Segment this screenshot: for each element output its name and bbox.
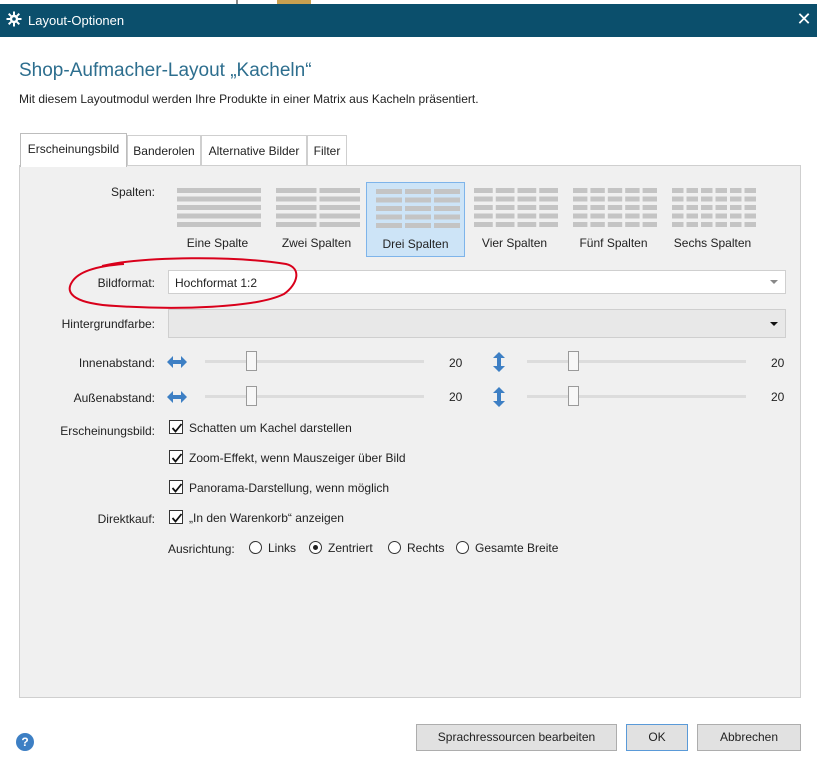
two-columns-icon <box>276 188 360 227</box>
horizontal-arrows-icon <box>167 391 187 403</box>
checkmark-icon <box>171 423 183 433</box>
panorama-checkbox[interactable] <box>169 480 183 494</box>
panorama-checkbox-label: Panorama-Darstellung, wenn möglich <box>189 481 390 495</box>
column-option-label: Zwei Spalten <box>281 236 352 250</box>
one-column-icon <box>177 188 261 227</box>
image-format-value: Hochformat 1:2 <box>175 276 258 290</box>
page-subtitle: Mit diesem Layoutmodul werden Ihre Produ… <box>19 92 479 106</box>
chevron-down-icon <box>770 280 778 284</box>
gear-icon <box>6 11 22 27</box>
alignment-center-label: Zentriert <box>328 541 373 555</box>
four-columns-icon <box>474 188 558 227</box>
five-columns-icon <box>573 188 657 227</box>
column-option-1[interactable]: Eine Spalte <box>168 182 267 257</box>
alignment-full-width-radio[interactable] <box>456 541 469 554</box>
tab-alternative-bilder[interactable]: Alternative Bilder <box>201 135 307 166</box>
edit-language-resources-button[interactable]: Sprachressourcen bearbeiten <box>416 724 617 751</box>
column-option-6[interactable]: Sechs Spalten <box>663 182 762 257</box>
column-option-label: Sechs Spalten <box>673 236 752 250</box>
image-format-label: Bildformat: <box>97 276 155 290</box>
column-option-2[interactable]: Zwei Spalten <box>267 182 366 257</box>
columns-label: Spalten: <box>110 185 155 199</box>
outer-padding-h-slider[interactable] <box>245 386 257 406</box>
outer-padding-h-value: 20 <box>449 390 463 404</box>
column-option-label: Fünf Spalten <box>579 236 648 250</box>
alignment-right-radio[interactable] <box>388 541 401 554</box>
window-title: Layout-Optionen <box>28 13 125 28</box>
inner-padding-v-value: 20 <box>771 356 785 370</box>
title-bar: Layout-Optionen ✕ <box>0 4 817 37</box>
tab-filter[interactable]: Filter <box>307 135 347 166</box>
tab-erscheinungsbild[interactable]: Erscheinungsbild <box>20 133 127 167</box>
zoom-checkbox[interactable] <box>169 450 183 464</box>
inner-padding-v-track <box>527 360 746 363</box>
appearance-label: Erscheinungsbild: <box>60 424 155 438</box>
vertical-arrows-icon <box>493 352 505 372</box>
inner-padding-label: Innenabstand: <box>78 356 155 370</box>
inner-padding-h-slider[interactable] <box>245 351 257 371</box>
chevron-down-icon <box>770 322 778 326</box>
column-option-4[interactable]: Vier Spalten <box>465 182 564 257</box>
inner-padding-v-slider[interactable] <box>567 351 579 371</box>
add-to-cart-checkbox-label: „In den Warenkorb“ anzeigen <box>189 511 344 525</box>
alignment-label: Ausrichtung: <box>168 542 235 556</box>
checkmark-icon <box>171 453 183 463</box>
inner-padding-h-value: 20 <box>449 356 463 370</box>
vertical-arrows-icon <box>493 387 505 407</box>
tab-banderolen[interactable]: Banderolen <box>127 135 201 166</box>
inner-padding-h-track <box>205 360 424 363</box>
add-to-cart-checkbox[interactable] <box>169 510 183 524</box>
checkmark-icon <box>171 513 183 523</box>
three-columns-icon <box>376 189 460 228</box>
outer-padding-v-slider[interactable] <box>567 386 579 406</box>
column-option-label: Drei Spalten <box>382 237 449 251</box>
alignment-center-radio[interactable] <box>309 541 322 554</box>
alignment-right-label: Rechts <box>407 541 445 555</box>
help-icon[interactable]: ? <box>16 733 34 751</box>
shadow-checkbox[interactable] <box>169 420 183 434</box>
page-title: Shop-Aufmacher-Layout „Kacheln“ <box>19 60 312 81</box>
outer-padding-h-track <box>205 395 424 398</box>
background-color-label: Hintergrundfarbe: <box>61 317 155 331</box>
alignment-left-radio[interactable] <box>249 541 262 554</box>
horizontal-arrows-icon <box>167 356 187 368</box>
column-option-3[interactable]: Drei Spalten <box>366 182 465 257</box>
outer-padding-v-track <box>527 395 746 398</box>
outer-padding-v-value: 20 <box>771 390 785 404</box>
shadow-checkbox-label: Schatten um Kachel darstellen <box>189 421 352 435</box>
alignment-left-label: Links <box>268 541 297 555</box>
checkmark-icon <box>171 483 183 493</box>
six-columns-icon <box>672 188 756 227</box>
cancel-button[interactable]: Abbrechen <box>697 724 801 751</box>
close-icon[interactable]: ✕ <box>793 8 815 32</box>
column-option-label: Eine Spalte <box>186 236 249 250</box>
ok-button[interactable]: OK <box>626 724 688 751</box>
column-option-5[interactable]: Fünf Spalten <box>564 182 663 257</box>
zoom-checkbox-label: Zoom-Effekt, wenn Mauszeiger über Bild <box>189 451 406 465</box>
outer-padding-label: Außenabstand: <box>73 391 155 405</box>
direct-buy-label: Direktkauf: <box>97 512 155 526</box>
background-color-dropdown[interactable] <box>168 309 786 338</box>
alignment-full-width-label: Gesamte Breite <box>475 541 559 555</box>
image-format-dropdown[interactable]: Hochformat 1:2 <box>168 270 786 294</box>
column-option-label: Vier Spalten <box>481 236 548 250</box>
